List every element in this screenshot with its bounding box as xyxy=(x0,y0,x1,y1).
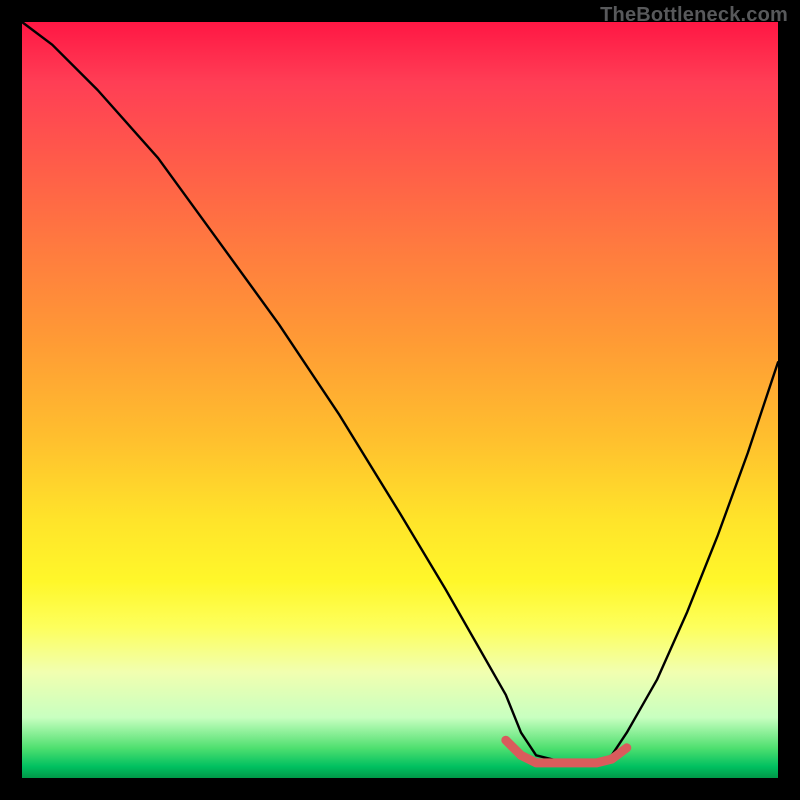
plot-area xyxy=(22,22,778,778)
optimal-range-highlight xyxy=(506,740,627,763)
bottleneck-curve xyxy=(22,22,778,763)
watermark-text: TheBottleneck.com xyxy=(600,4,788,27)
curve-layer xyxy=(22,22,778,778)
chart-frame: TheBottleneck.com xyxy=(0,0,800,800)
